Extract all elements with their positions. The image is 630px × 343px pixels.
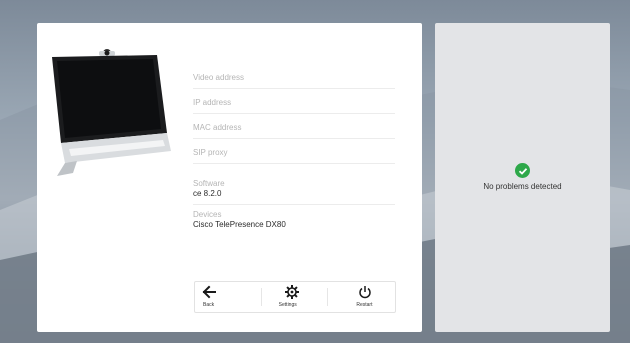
info-row-devices: Devices Cisco TelePresence DX80 — [193, 206, 395, 232]
back-button[interactable]: Back — [195, 282, 262, 312]
sip-proxy-label: SIP proxy — [193, 148, 228, 157]
status-panel: No problems detected — [435, 23, 610, 332]
video-address-label: Video address — [193, 73, 244, 82]
check-circle-icon — [515, 163, 530, 178]
info-row-sip-proxy: SIP proxy — [193, 148, 395, 164]
settings-label: Settings — [278, 302, 297, 308]
device-image — [52, 49, 171, 176]
restart-label: Restart — [356, 302, 373, 308]
power-icon — [359, 286, 372, 299]
info-row-video-address: Video address — [193, 73, 395, 89]
back-label: Back — [203, 302, 215, 308]
software-value: ce 8.2.0 — [193, 189, 222, 198]
ip-address-label: IP address — [193, 98, 232, 107]
arrow-left-icon — [202, 285, 216, 299]
devices-label: Devices — [193, 210, 222, 219]
info-row-software: Software ce 8.2.0 — [193, 173, 395, 205]
status-message: No problems detected — [483, 182, 562, 191]
restart-button[interactable]: Restart — [328, 282, 395, 312]
device-info-panel: Video address IP address MAC address SIP… — [37, 23, 422, 332]
mac-address-label: MAC address — [193, 123, 242, 132]
toolbar: Back Settings Restart — [194, 281, 396, 313]
devices-value: Cisco TelePresence DX80 — [193, 220, 286, 229]
settings-button[interactable]: Settings — [262, 282, 329, 312]
info-row-mac-address: MAC address — [193, 123, 395, 139]
gear-icon — [284, 285, 299, 299]
info-row-ip-address: IP address — [193, 98, 395, 114]
software-label: Software — [193, 179, 225, 188]
diagnostics-status: No problems detected — [435, 163, 610, 191]
